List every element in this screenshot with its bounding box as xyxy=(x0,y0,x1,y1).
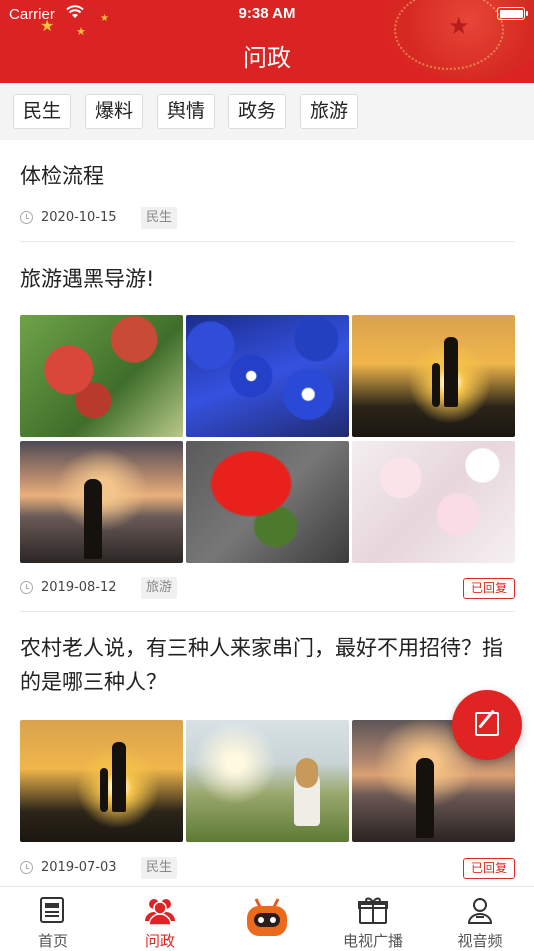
post-date: 2019-08-12 xyxy=(20,580,117,595)
bottom-tab-bar: 首页 问政 电视广播 视音频 xyxy=(0,886,534,950)
nav-header: ★ ★ ★ ★ Carrier 9:38 AM 问政 xyxy=(0,0,534,83)
tab-label: 电视广播 xyxy=(342,932,403,950)
page-title: 问政 xyxy=(243,44,291,72)
clock-icon xyxy=(20,581,33,594)
clock-icon xyxy=(20,211,33,224)
category-tab-baoliao[interactable]: 爆料 xyxy=(85,94,144,129)
post-image-girl-meadow[interactable] xyxy=(186,720,349,842)
category-tab-strip: 民生 爆料 舆情 政务 旅游 xyxy=(0,83,534,140)
tab-robot[interactable] xyxy=(214,887,320,951)
post-date: 2020-10-15 xyxy=(20,210,117,225)
battery-icon xyxy=(497,7,528,20)
category-tab-zhengwu[interactable]: 政务 xyxy=(228,94,287,129)
post-date-text: 2019-07-03 xyxy=(41,860,117,875)
post-date-text: 2019-08-12 xyxy=(41,580,117,595)
tab-tv-broadcast[interactable]: 电视广播 xyxy=(320,887,426,951)
divider xyxy=(20,241,515,242)
person-icon xyxy=(467,898,493,924)
people-icon xyxy=(145,899,175,926)
post-category-tag: 旅游 xyxy=(141,577,178,599)
category-tab-minsheng[interactable]: 民生 xyxy=(13,94,72,129)
clock-time: 9:38 AM xyxy=(238,5,296,22)
post-title[interactable]: 体检流程 xyxy=(20,159,515,193)
star-decoration-icon: ★ xyxy=(76,25,86,38)
post-image-cherry-blossom[interactable] xyxy=(352,441,515,563)
tab-video-audio[interactable]: 视音频 xyxy=(427,887,533,951)
category-tab-yuqing[interactable]: 舆情 xyxy=(157,94,216,129)
post-date-text: 2020-10-15 xyxy=(41,210,117,225)
post-image-red-rose[interactable] xyxy=(186,441,349,563)
robot-icon xyxy=(247,898,287,936)
tab-label: 问政 xyxy=(144,932,175,950)
post-category-tag: 民生 xyxy=(141,207,178,229)
post-image-beach-sunset[interactable] xyxy=(20,441,183,563)
clock-icon xyxy=(20,861,33,874)
status-bar: Carrier 9:38 AM xyxy=(0,4,534,26)
post-category-tag: 民生 xyxy=(141,857,178,879)
replied-badge: 已回复 xyxy=(462,858,515,879)
replied-badge: 已回复 xyxy=(462,578,515,599)
tab-label: 视音频 xyxy=(457,932,503,950)
divider xyxy=(20,611,515,612)
post-image-sunset-walk[interactable] xyxy=(20,720,183,842)
newspaper-icon xyxy=(40,897,64,923)
post-title[interactable]: 旅游遇黑导游! xyxy=(20,262,515,296)
tv-gift-icon xyxy=(358,897,388,924)
post-title[interactable]: 农村老人说，有三种人来家串门，最好不用招待？指的是哪三种人？ xyxy=(20,631,515,699)
post-image-sunset-walk[interactable] xyxy=(352,315,515,437)
tab-label: 首页 xyxy=(37,932,68,950)
post-image-blue-flowers[interactable] xyxy=(186,315,349,437)
post-image-apples[interactable] xyxy=(20,315,183,437)
category-tab-lvyou[interactable]: 旅游 xyxy=(300,94,359,129)
tab-wenzheng[interactable]: 问政 xyxy=(107,887,213,951)
compose-button[interactable] xyxy=(452,690,522,760)
post-date: 2019-07-03 xyxy=(20,860,117,875)
tab-home[interactable]: 首页 xyxy=(0,887,106,951)
